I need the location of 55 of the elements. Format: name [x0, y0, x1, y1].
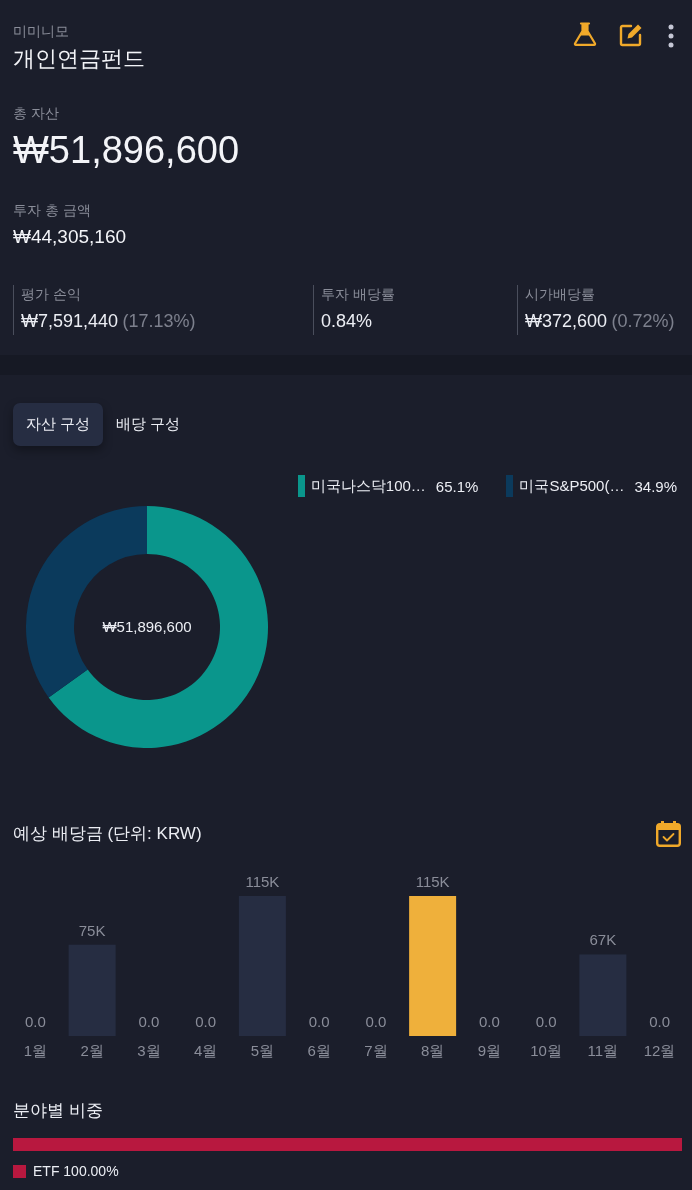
bar-value-label: 0.0: [535, 1013, 557, 1030]
dividends-title: 예상 배당금 (단위: KRW): [13, 823, 202, 845]
account-name: 미미니모: [13, 22, 70, 40]
metric-percent: (17.13%): [122, 311, 196, 331]
month-label: 3월: [137, 1042, 161, 1059]
metric-label: 투자 배당률: [321, 285, 396, 303]
flask-button[interactable]: [572, 22, 598, 46]
total-assets-label: 총 자산: [13, 104, 60, 122]
flask-icon: [572, 22, 598, 46]
metric-value: 0.84%: [321, 311, 373, 331]
metric-label: 평가 손익: [21, 285, 82, 303]
composition-tab[interactable]: 자산 구성: [13, 403, 104, 446]
calendar-button[interactable]: [656, 821, 681, 847]
bar-value-label: 75K: [78, 921, 106, 939]
edit-button[interactable]: [618, 22, 644, 48]
metric-value: ₩372,600: [525, 311, 608, 331]
invested-label: 투자 총 금액: [13, 201, 92, 219]
invested-value: ₩44,305,160: [13, 225, 128, 249]
month-label: 9월: [477, 1042, 502, 1059]
bar-value-label: 0.0: [308, 1013, 330, 1030]
edit-icon: [618, 22, 644, 48]
bar-value-label: 0.0: [649, 1013, 671, 1030]
month-label: 5월: [250, 1042, 275, 1059]
month-label: 1월: [23, 1042, 48, 1059]
portfolio-title: 개인연금펀드: [13, 45, 145, 73]
month-label: 6월: [307, 1042, 331, 1059]
bar-value-label: 0.0: [138, 1013, 160, 1030]
metric-value: ₩7,591,440: [21, 311, 119, 331]
month-label: 4월: [193, 1042, 218, 1059]
bar-value-label: 115K: [245, 873, 280, 890]
legend-label: 미국S&P500(…: [519, 476, 625, 496]
legend-share: 65.1%: [435, 477, 479, 495]
sector-title: 분야별 비중: [13, 1100, 104, 1122]
legend-share: 34.9%: [634, 477, 677, 495]
bar-value-label: 67K: [589, 931, 617, 949]
bar-value-label: 0.0: [24, 1013, 46, 1030]
calendar-check-icon: [656, 821, 681, 847]
month-label: 10월: [530, 1042, 562, 1059]
month-label: 7월: [364, 1042, 388, 1059]
metric-label: 시가배당률: [525, 285, 596, 303]
total-assets-value: ₩51,896,600: [13, 128, 241, 173]
bar-value-label: 0.0: [365, 1013, 387, 1030]
donut-center-value: ₩51,896,600: [101, 617, 193, 637]
month-label: 8월: [420, 1042, 445, 1059]
bar-value-label: 0.0: [478, 1013, 500, 1030]
legend-label: 미국나스닥100…: [310, 476, 426, 496]
month-label: 11월: [587, 1042, 619, 1059]
month-label: 12월: [643, 1042, 676, 1059]
sector-label: ETF 100.00%: [33, 1162, 119, 1180]
bar-value-label: 115K: [415, 873, 450, 890]
composition-tab[interactable]: 배당 구성: [103, 403, 194, 446]
metric-percent: (0.72%): [611, 311, 675, 331]
more-icon: [668, 24, 674, 48]
bar-value-label: 0.0: [195, 1013, 217, 1030]
month-label: 2월: [80, 1042, 104, 1059]
